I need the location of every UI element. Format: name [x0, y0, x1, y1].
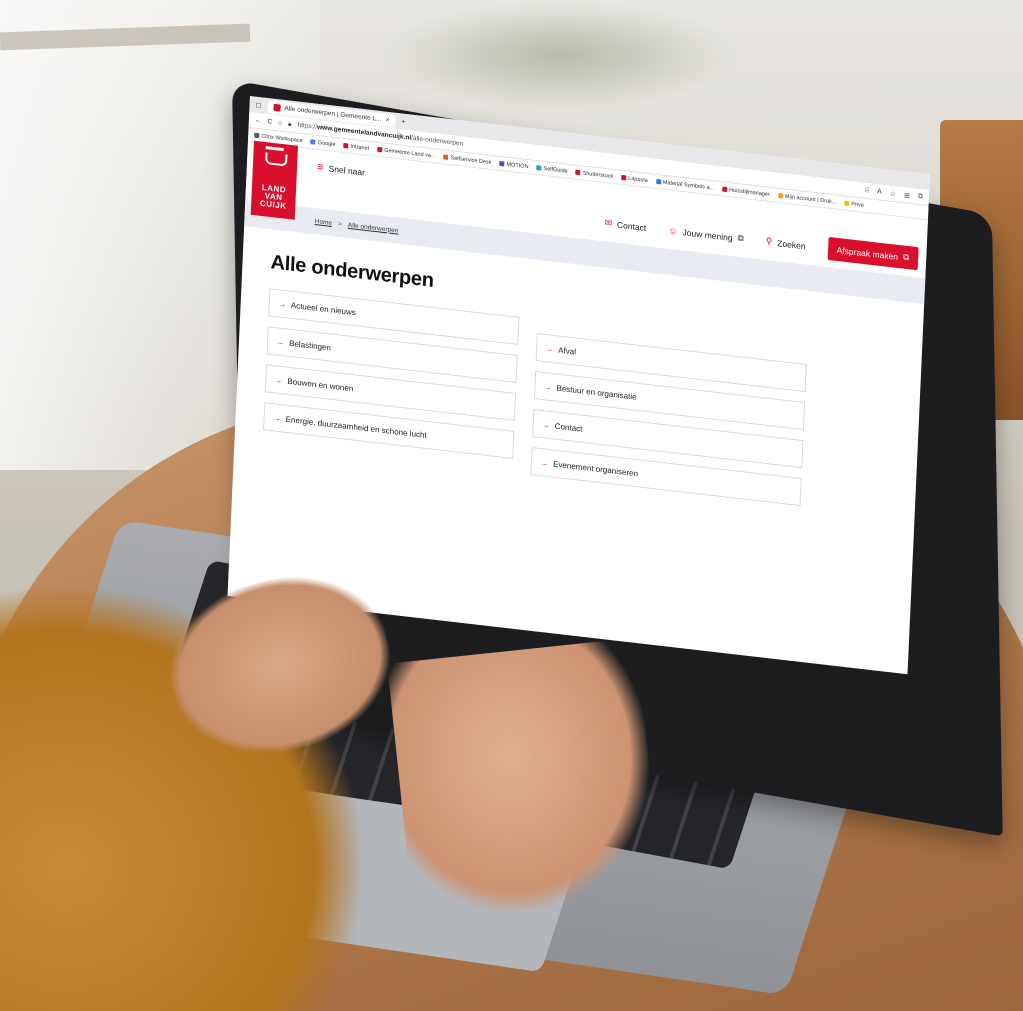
mail-icon: ✉ — [604, 217, 613, 229]
bookmark-label: Shutterstock — [582, 169, 614, 180]
menu-label: Snel naar — [328, 163, 366, 178]
logo-line-3: CUIJK — [259, 198, 287, 211]
background-plant — [380, 0, 740, 110]
extensions-icon[interactable]: ⊞ — [904, 191, 910, 200]
afspraak-maken-button[interactable]: Afspraak maken ⧉ — [827, 236, 919, 271]
bookmark-label: SelfGuide — [543, 165, 568, 175]
arrow-right-icon: → — [541, 419, 551, 430]
back-icon[interactable]: ← — [255, 117, 262, 125]
logo-mark-top — [265, 146, 284, 152]
bookmark-favicon-icon — [536, 165, 542, 171]
arrow-right-icon: → — [545, 343, 554, 354]
arrow-right-icon: → — [277, 298, 287, 309]
external-link-icon: ⧉ — [902, 251, 910, 263]
bookmark-favicon-icon — [310, 139, 316, 145]
arrow-right-icon: → — [274, 374, 283, 385]
bookmark-item[interactable]: Prive — [844, 200, 864, 208]
breadcrumb-current[interactable]: Alle onderwerpen — [348, 221, 399, 234]
topics-column-left: → Actueel en nieuws → Belastingen → Bouwen en… — [262, 288, 520, 473]
topic-label: Belastingen — [288, 338, 332, 353]
bookmark-favicon-icon — [377, 146, 383, 153]
land-van-cuijk-logo[interactable]: LAND VAN CUIJK — [250, 140, 299, 220]
topic-label: Bouwen en wonen — [287, 376, 354, 393]
topic-label: Contact — [554, 421, 583, 434]
search-label: Zoeken — [777, 237, 806, 251]
snel-naar-menu-button[interactable]: ≡ Snel naar — [316, 160, 366, 178]
topic-label: Evenement organiseren — [552, 459, 639, 478]
photo-scene: ◻ Alle onderwerpen | Gemeente L... × + ←… — [0, 0, 1023, 1011]
afspraak-maken-label: Afspraak maken — [836, 244, 899, 262]
bookmark-label: Intranet — [350, 143, 370, 152]
arrow-right-icon: → — [539, 457, 549, 468]
smiley-icon: ☺ — [668, 225, 678, 237]
bookmark-item[interactable]: Selfservice Desk — [443, 154, 492, 166]
bookmark-favicon-icon — [343, 142, 349, 149]
hamburger-icon: ≡ — [316, 160, 324, 174]
bookmark-favicon-icon — [575, 169, 581, 176]
collections-icon[interactable]: ⧉ — [918, 192, 923, 201]
close-tab-icon[interactable]: × — [385, 116, 389, 123]
bookmark-favicon-icon — [722, 186, 728, 193]
jouw-mening-link[interactable]: ☺ Jouw mening ⧉ — [668, 225, 744, 245]
jouw-mening-label: Jouw mening — [682, 226, 733, 243]
bookmark-item[interactable]: Shutterstock — [575, 169, 614, 180]
bookmark-label: Laposta — [628, 175, 648, 184]
bookmark-item[interactable]: MOTION — [499, 160, 529, 170]
bookmark-item[interactable]: SelfGuide — [536, 165, 568, 175]
site-favicon-icon — [273, 103, 281, 112]
reload-icon[interactable]: C — [267, 118, 272, 126]
new-tab-button[interactable]: + — [401, 118, 405, 125]
bookmark-label: Gemeente Land va... — [384, 147, 436, 160]
bookmark-label: MOTION — [506, 161, 529, 170]
arrow-right-icon: → — [543, 381, 552, 392]
bookmark-favicon-icon — [499, 160, 505, 167]
url-path: /alle-onderwerpen — [410, 134, 464, 148]
bookmark-favicon-icon — [777, 192, 783, 199]
contact-label: Contact — [616, 219, 647, 233]
arrow-right-icon: → — [272, 412, 281, 423]
bookmark-label: Prive — [851, 200, 865, 209]
bookmark-label: Material Symbols a... — [662, 179, 715, 192]
url-prefix: https:// — [297, 121, 318, 131]
lock-icon: 🔒︎ — [287, 120, 292, 128]
bookmark-item[interactable]: Google — [310, 139, 336, 148]
favorite-star-icon[interactable]: ☆ — [890, 189, 897, 198]
home-icon[interactable]: ⌂ — [278, 119, 282, 126]
bookmark-item[interactable]: Huisstijlmanager — [722, 186, 770, 197]
text-size-icon[interactable]: A — [877, 188, 882, 197]
contact-link[interactable]: ✉ Contact — [604, 217, 646, 233]
breadcrumb-separator: > — [337, 220, 343, 228]
bookmark-favicon-icon — [655, 178, 661, 185]
bookmark-label: Mijn account | Druk... — [784, 193, 837, 206]
bookmark-favicon-icon — [844, 200, 850, 207]
bookmark-favicon-icon — [254, 132, 260, 139]
topics-column-right: → Afval → Bestuur en organisatie → Contact → Ev… — [530, 333, 807, 507]
topic-label: Afval — [558, 345, 577, 357]
reader-icon[interactable]: ⌹ — [865, 186, 870, 194]
breadcrumb-home[interactable]: Home — [315, 218, 333, 227]
topic-label: Actueel en nieuws — [290, 300, 357, 317]
browser-toolbar-icons: ⌹ A ☆ ⊞ ⧉ — [865, 186, 923, 201]
bookmark-label: Huisstijlmanager — [729, 186, 770, 198]
bookmark-label: Selfservice Desk — [450, 154, 492, 166]
bookmark-item[interactable]: Intranet — [343, 142, 369, 151]
external-link-icon: ⧉ — [737, 232, 744, 244]
bookmark-item[interactable]: Laposta — [621, 174, 648, 183]
bookmark-favicon-icon — [621, 174, 627, 181]
right-hand — [387, 637, 663, 923]
logo-mark-bowl — [265, 152, 288, 167]
bookmark-favicon-icon — [443, 154, 449, 161]
topic-label: Energie, duurzaamheid en schone lucht — [285, 414, 427, 440]
search-link[interactable]: ⚲ Zoeken — [765, 236, 805, 252]
topic-label: Bestuur en organisatie — [556, 383, 637, 402]
bookmark-label: Google — [317, 139, 336, 148]
search-icon: ⚲ — [765, 235, 773, 247]
arrow-right-icon: → — [275, 336, 285, 347]
window-menu-icon[interactable]: ◻ — [255, 101, 261, 110]
